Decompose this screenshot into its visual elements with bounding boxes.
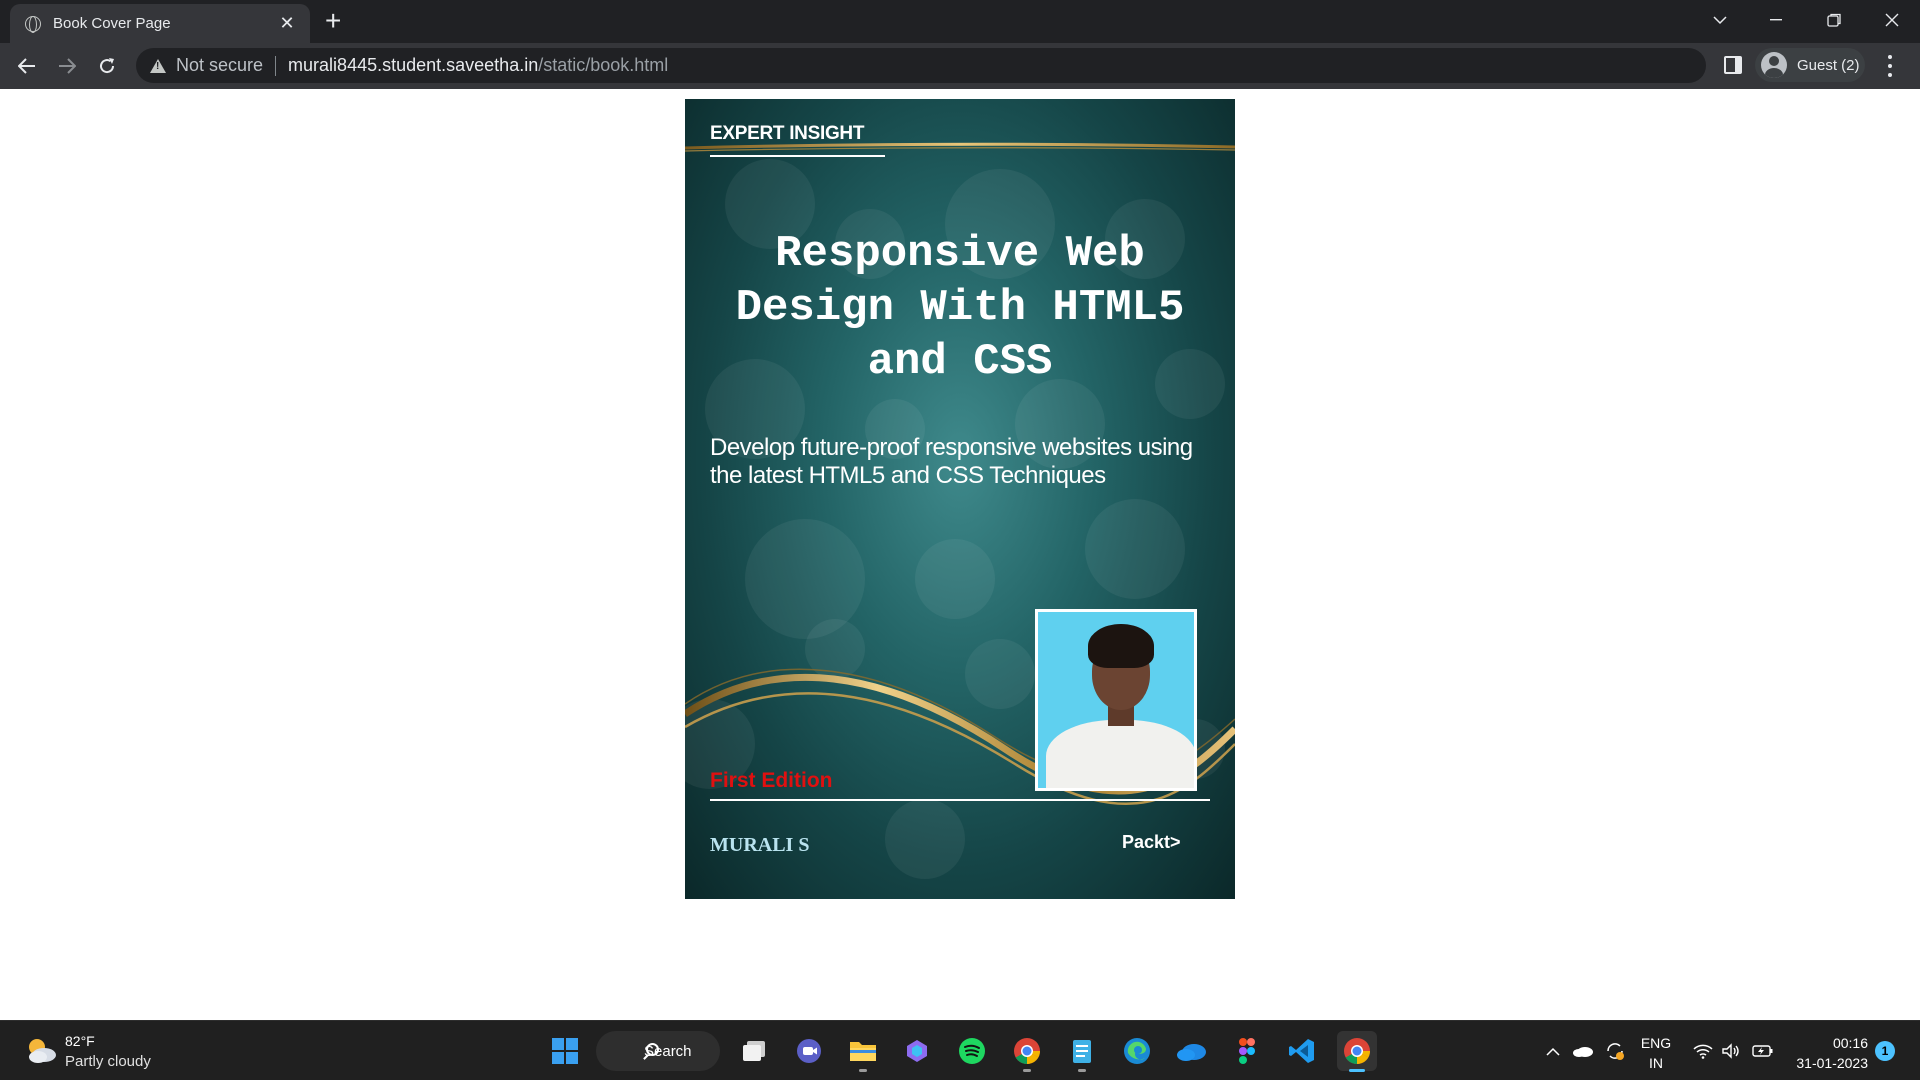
book-title: Responsive Web Design With HTML5 and CSS — [735, 229, 1185, 387]
search-icon — [646, 1043, 659, 1056]
tab-close-icon[interactable]: ✕ — [276, 13, 298, 34]
show-hidden-icons-button[interactable] — [1542, 1021, 1564, 1081]
profile-button[interactable]: Guest (2) — [1755, 48, 1865, 82]
taskbar-search[interactable]: Search — [596, 1031, 720, 1071]
edge-button[interactable] — [1117, 1031, 1157, 1071]
chrome-icon — [1344, 1038, 1371, 1065]
minimize-button[interactable] — [1748, 0, 1804, 40]
book-cover: EXPERT INSIGHT Responsive Web Design Wit… — [685, 99, 1235, 899]
portrait-shirt — [1046, 720, 1194, 788]
notepad-button[interactable] — [1062, 1031, 1102, 1072]
sync-tray-button[interactable] — [1602, 1021, 1628, 1081]
chrome-active-button[interactable] — [1337, 1031, 1377, 1072]
tab-title: Book Cover Page — [53, 15, 171, 32]
edition-divider — [710, 799, 1210, 801]
url-path[interactable]: /static/book.html — [538, 55, 668, 76]
cloud-icon — [1573, 1047, 1593, 1057]
browser-toolbar: Not secure murali8445.student.saveetha.i… — [0, 43, 1920, 89]
language-secondary: IN — [1649, 1055, 1663, 1071]
new-tab-button[interactable]: + — [325, 6, 341, 36]
clock[interactable]: 00:16 31-01-2023 — [1788, 1033, 1868, 1073]
chrome-button[interactable] — [1007, 1031, 1047, 1072]
copilot-icon — [907, 1040, 927, 1062]
bokeh-decoration — [915, 539, 995, 619]
active-indicator — [1349, 1069, 1365, 1072]
edition-label: First Edition — [710, 769, 833, 792]
weather-temperature: 82°F — [65, 1033, 95, 1049]
bokeh-decoration — [1085, 499, 1185, 599]
author-portrait-image — [1038, 612, 1194, 788]
vscode-icon — [1289, 1039, 1314, 1063]
figma-button[interactable] — [1227, 1031, 1267, 1071]
restore-button[interactable] — [1806, 0, 1862, 40]
task-view-button[interactable] — [734, 1031, 774, 1071]
weather-description: Partly cloudy — [65, 1053, 151, 1070]
browser-tab[interactable]: Book Cover Page ✕ — [10, 4, 310, 43]
portrait-hair — [1088, 624, 1154, 668]
taskbar: 82°F Partly cloudy Search ENG IN 00:16 3… — [0, 1020, 1920, 1080]
divider — [275, 55, 277, 76]
series-label: EXPERT INSIGHT — [710, 123, 865, 144]
onedrive-icon — [1177, 1044, 1206, 1061]
volume-button[interactable] — [1718, 1021, 1744, 1081]
edge-icon — [1124, 1038, 1150, 1064]
battery-charging-icon — [1752, 1045, 1773, 1057]
reload-button[interactable] — [92, 51, 122, 81]
globe-icon — [25, 15, 41, 33]
book-subtitle: Develop future-proof responsive websites… — [710, 434, 1193, 489]
forward-button[interactable] — [52, 51, 82, 81]
copilot-button[interactable] — [897, 1031, 937, 1071]
spotify-icon — [959, 1038, 985, 1064]
running-indicator — [859, 1069, 867, 1072]
author-photo — [1035, 609, 1197, 791]
wifi-button[interactable] — [1690, 1021, 1716, 1081]
close-window-button[interactable] — [1864, 0, 1920, 40]
sync-icon — [1607, 1043, 1624, 1060]
wifi-icon — [1693, 1044, 1713, 1059]
spotify-button[interactable] — [952, 1031, 992, 1071]
url-host[interactable]: murali8445.student.saveetha.in — [288, 55, 538, 76]
notepad-icon — [1073, 1040, 1091, 1063]
volume-icon — [1722, 1043, 1739, 1059]
running-indicator — [1078, 1069, 1086, 1072]
folder-icon — [850, 1042, 876, 1061]
teams-button[interactable] — [789, 1031, 829, 1071]
battery-button[interactable] — [1750, 1021, 1776, 1081]
profile-label: Guest (2) — [1797, 56, 1860, 74]
security-status[interactable]: Not secure — [176, 55, 263, 76]
publisher-name: Packt> — [1122, 832, 1181, 852]
windows-logo-icon — [552, 1038, 578, 1064]
series-underline — [710, 155, 885, 157]
avatar-icon — [1761, 52, 1787, 78]
language-indicator[interactable]: ENG IN — [1640, 1033, 1672, 1073]
vscode-button[interactable] — [1282, 1031, 1322, 1071]
chrome-icon — [1014, 1038, 1041, 1065]
chevron-up-icon — [1546, 1047, 1560, 1056]
menu-icon[interactable] — [1885, 52, 1895, 80]
notification-badge[interactable]: 1 — [1875, 1041, 1895, 1061]
teams-icon — [797, 1039, 821, 1063]
file-explorer-button[interactable] — [843, 1031, 883, 1072]
task-view-icon — [743, 1041, 765, 1061]
partly-cloudy-icon — [29, 1039, 56, 1063]
onedrive-button[interactable] — [1172, 1031, 1212, 1071]
address-bar[interactable]: Not secure murali8445.student.saveetha.i… — [136, 48, 1706, 83]
side-panel-icon[interactable] — [1724, 56, 1742, 74]
clock-time: 00:16 — [1832, 1035, 1868, 1051]
warning-icon[interactable] — [150, 58, 166, 73]
tab-strip: Book Cover Page ✕ + — [0, 0, 1920, 43]
onedrive-tray-button[interactable] — [1570, 1021, 1596, 1081]
author-name: MURALI S — [710, 834, 810, 856]
tab-search-icon[interactable] — [1692, 0, 1748, 40]
figma-icon — [1239, 1038, 1255, 1064]
running-indicator — [1023, 1069, 1031, 1072]
start-button[interactable] — [545, 1031, 585, 1071]
back-button[interactable] — [12, 51, 42, 81]
clock-date: 31-01-2023 — [1796, 1055, 1868, 1071]
language-primary: ENG — [1640, 1035, 1672, 1051]
